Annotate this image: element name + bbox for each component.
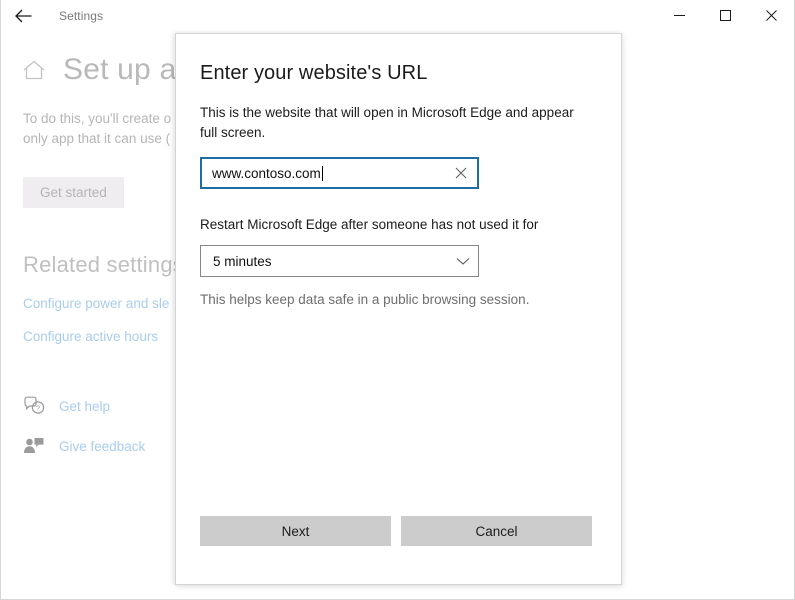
cancel-button[interactable]: Cancel	[401, 516, 592, 546]
timeout-select-value: 5 minutes	[213, 254, 456, 269]
timeout-select[interactable]: 5 minutes	[200, 245, 479, 277]
get-help-label: Get help	[59, 399, 110, 414]
close-icon	[766, 10, 777, 21]
feedback-person-icon	[23, 436, 45, 456]
title-bar: Settings	[1, 0, 794, 31]
minimize-button[interactable]	[656, 0, 702, 31]
back-arrow-icon	[15, 9, 32, 23]
next-button[interactable]: Next	[200, 516, 391, 546]
url-input-text: www.contoso.com	[212, 166, 321, 181]
maximize-icon	[720, 10, 731, 21]
restart-edge-label: Restart Microsoft Edge after someone has…	[200, 217, 595, 232]
settings-window: Settings Set up	[0, 0, 795, 600]
get-started-button[interactable]: Get started	[23, 177, 124, 208]
dialog-actions: Next Cancel	[200, 516, 592, 546]
window-controls	[656, 0, 794, 31]
svg-text:?: ?	[36, 404, 40, 413]
maximize-button[interactable]	[702, 0, 748, 31]
app-title: Settings	[59, 9, 103, 23]
dialog-description: This is the website that will open in Mi…	[200, 103, 592, 143]
give-feedback-label: Give feedback	[59, 439, 145, 454]
chevron-down-icon	[456, 257, 470, 266]
back-button[interactable]	[1, 0, 45, 31]
home-icon[interactable]	[21, 57, 47, 83]
url-input[interactable]: www.contoso.com	[200, 157, 479, 189]
text-caret	[322, 166, 323, 181]
dialog-title: Enter your website's URL	[200, 62, 595, 85]
clear-x-icon	[455, 167, 467, 179]
minimize-icon	[674, 10, 685, 21]
help-chat-icon: ?	[23, 396, 45, 416]
clear-button[interactable]	[451, 163, 471, 183]
close-button[interactable]	[748, 0, 794, 31]
dialog-help-text: This helps keep data safe in a public br…	[200, 292, 595, 307]
url-dialog: Enter your website's URL This is the web…	[175, 33, 622, 585]
url-input-value: www.contoso.com	[212, 166, 451, 181]
